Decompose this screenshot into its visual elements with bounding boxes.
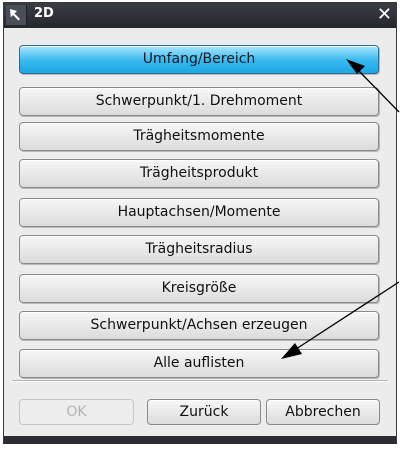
window-title: 2D bbox=[34, 6, 54, 21]
menu-button-alle-auflisten[interactable]: Alle auflisten bbox=[19, 349, 379, 378]
cursor-arrow-icon bbox=[6, 5, 27, 25]
menu-button-schwerpunkt-achsen-erzeugen[interactable]: Schwerpunkt/Achsen erzeugen bbox=[19, 311, 379, 340]
back-button[interactable]: Zurück bbox=[147, 399, 261, 425]
dialog-window: 2D ✕ Umfang/Bereich Schwerpunkt/1. Drehm… bbox=[3, 2, 397, 444]
close-icon[interactable]: ✕ bbox=[377, 4, 392, 26]
title-bar[interactable]: 2D ✕ bbox=[4, 3, 396, 28]
menu-button-schwerpunkt-drehmoment[interactable]: Schwerpunkt/1. Drehmoment bbox=[19, 87, 379, 116]
menu-button-traegheitsprodukt[interactable]: Trägheitsprodukt bbox=[19, 159, 379, 188]
menu-button-kreisgroesse[interactable]: Kreisgröße bbox=[19, 274, 379, 303]
menu-button-umfang-bereich[interactable]: Umfang/Bereich bbox=[19, 45, 379, 74]
ok-button[interactable]: OK bbox=[19, 399, 134, 425]
menu-button-traegheitsmomente[interactable]: Trägheitsmomente bbox=[19, 122, 379, 151]
menu-button-traegheitsradius[interactable]: Trägheitsradius bbox=[19, 235, 379, 264]
separator bbox=[12, 380, 388, 382]
dialog-content: Umfang/Bereich Schwerpunkt/1. Drehmoment… bbox=[4, 28, 396, 436]
menu-button-hauptachsen-momente[interactable]: Hauptachsen/Momente bbox=[19, 198, 379, 227]
window-bottom-edge bbox=[4, 436, 396, 444]
cancel-button[interactable]: Abbrechen bbox=[266, 399, 380, 425]
